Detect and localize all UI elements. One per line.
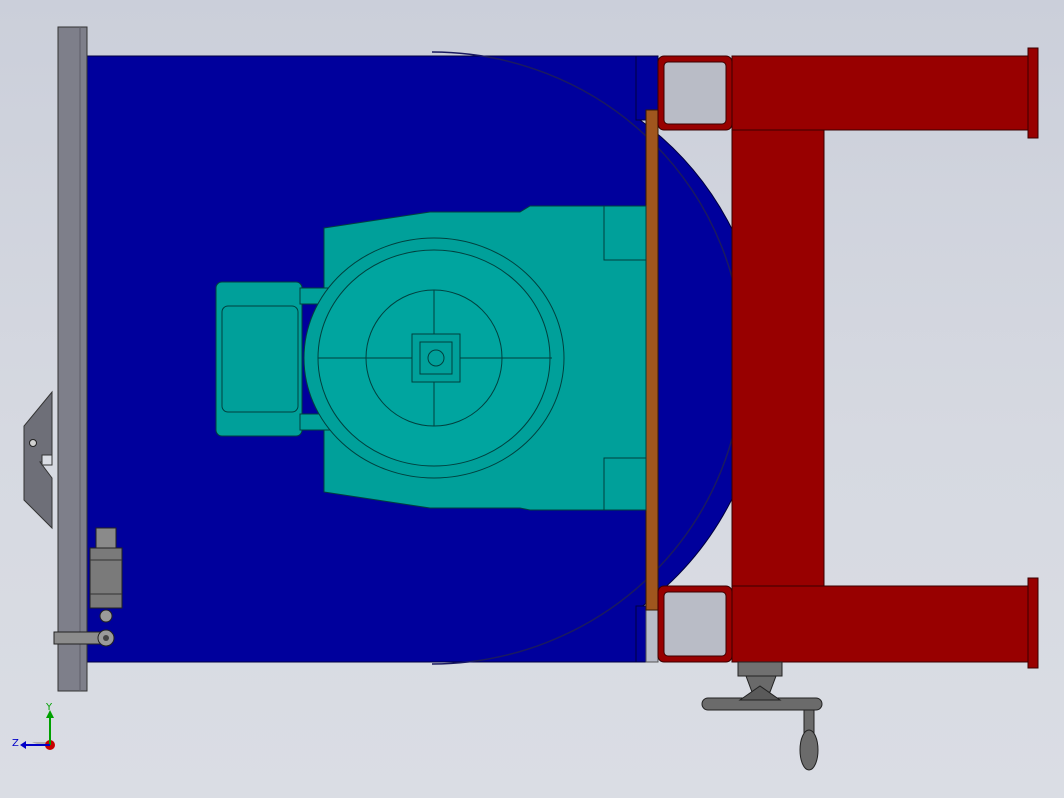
cad-model-view[interactable]: Y Z	[0, 0, 1064, 798]
triad-z-label: Z	[12, 738, 19, 749]
brown-mounting-strip[interactable]	[645, 109, 659, 611]
left-latch-bracket[interactable]	[23, 390, 53, 530]
triad-y-label: Y	[45, 702, 53, 713]
cad-viewport[interactable]: Y Z	[0, 0, 1064, 798]
left-gray-rail[interactable]	[57, 26, 88, 692]
coordinate-triad-icon: Y Z	[12, 702, 55, 750]
handwheel[interactable]	[701, 661, 823, 771]
